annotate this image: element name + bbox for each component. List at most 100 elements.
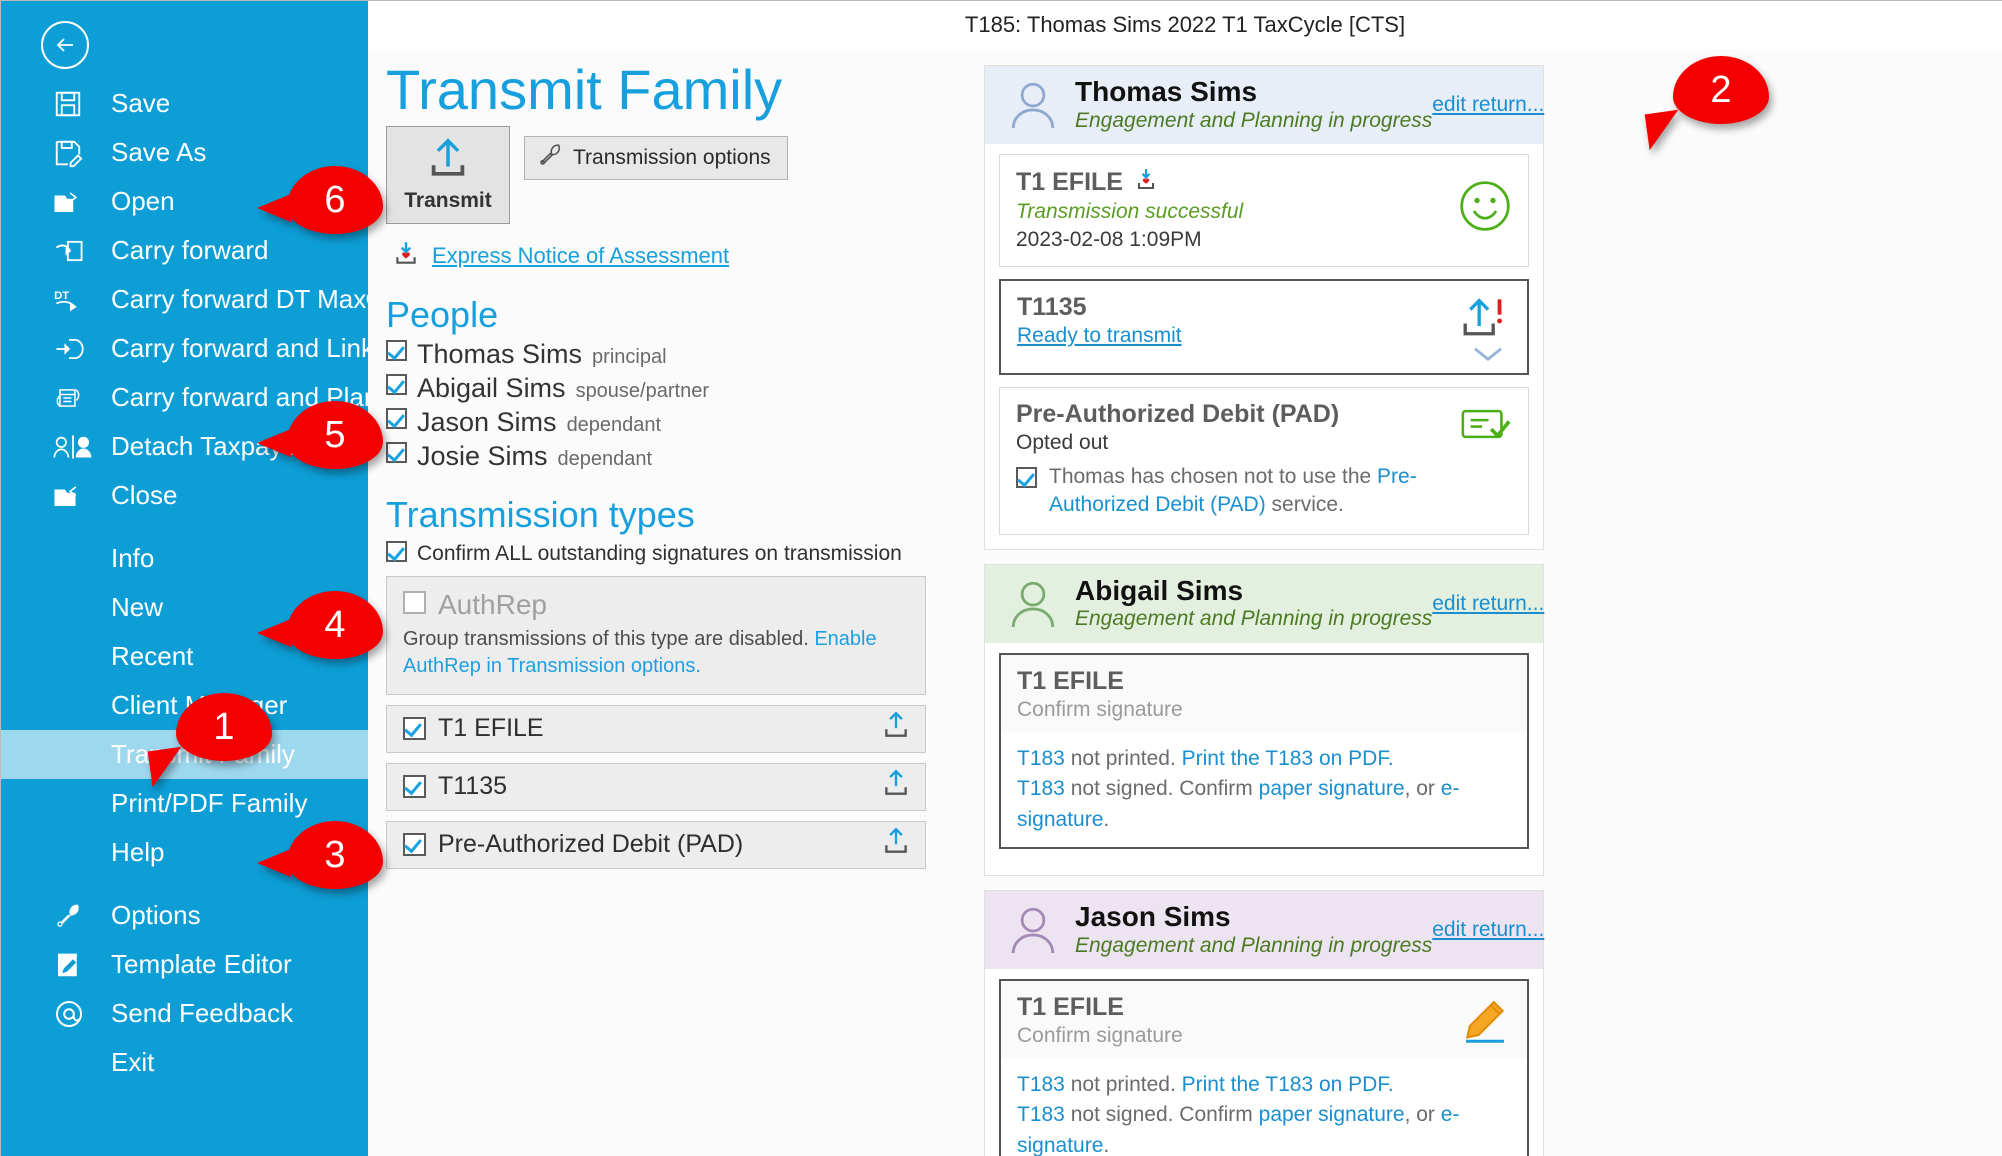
family-cards-pane: Thomas Sims Engagement and Planning in p… [968, 49, 2002, 1156]
wrench-icon [537, 142, 563, 174]
wrench-icon [53, 900, 93, 932]
transmit-button[interactable]: Transmit [386, 125, 510, 224]
edit-return-link[interactable]: edit return... [1432, 918, 1544, 942]
person-card-header: Jason Sims Engagement and Planning in pr… [985, 891, 1544, 969]
sidebar-item-close[interactable]: Close [1, 471, 368, 520]
sidebar-item-carry-forward-dtmax[interactable]: DT Carry forward DT Max® [1, 275, 385, 324]
print-t183-link[interactable]: Print the T183 on PDF. [1182, 747, 1394, 770]
upload-icon[interactable] [881, 711, 911, 746]
t183-print-line: T183 not printed. Print the T183 on PDF. [1017, 1070, 1511, 1100]
transmission-type-row-t1-efile[interactable]: T1 EFILE [386, 704, 926, 753]
person-card-body: T1 EFILE Confirm signature T183 not prin… [985, 643, 1543, 875]
sidebar-item-carry-forward-and-link[interactable]: Carry forward and Link [1, 324, 374, 373]
pad-optout-row[interactable]: Thomas has chosen not to use the Pre-Aut… [1016, 463, 1512, 520]
tile-pad[interactable]: Pre-Authorized Debit (PAD) Opted out Tho… [999, 387, 1529, 535]
t183-link[interactable]: T183 [1017, 1073, 1065, 1096]
person-card-name: Abigail Sims [1075, 574, 1244, 606]
sidebar-item-label: Carry forward and Link [111, 333, 374, 363]
save-as-icon [53, 137, 93, 169]
sidebar-item-label: Carry forward [111, 235, 269, 265]
person-card-jason-sims: Jason Sims Engagement and Planning in pr… [984, 890, 1544, 1156]
person-card-name: Thomas Sims [1075, 76, 1258, 107]
transmission-type-row-pad[interactable]: Pre-Authorized Debit (PAD) [386, 820, 926, 869]
pad-optout-text: Thomas has chosen not to use the Pre-Aut… [1049, 463, 1512, 520]
callout-2: 2 [1644, 56, 1769, 151]
person-checkbox[interactable] [386, 339, 407, 361]
person-row[interactable]: Jason Sims dependant [386, 407, 948, 438]
type-checkbox[interactable] [403, 717, 426, 741]
sidebar-item-exit[interactable]: Exit [1, 1038, 368, 1087]
tile-status-link[interactable]: Ready to transmit [1017, 324, 1511, 348]
person-checkbox[interactable] [386, 407, 407, 429]
edit-return-link[interactable]: edit return... [1432, 93, 1544, 117]
tile-t1-efile-signature[interactable]: T1 EFILE Confirm signature T183 not prin… [999, 652, 1529, 849]
sidebar-item-options[interactable]: Options [1, 891, 368, 940]
callout-4: 4 [257, 591, 383, 659]
app-window: Save Save As Open Carry forward DT Carry… [0, 0, 2002, 1156]
person-name: Abigail Sims [417, 372, 566, 403]
t183-sign-text: not signed. Confirm [1064, 1103, 1259, 1127]
person-card-status: Engagement and Planning in progress [1075, 108, 1433, 132]
sidebar-item-template-editor[interactable]: Template Editor [1, 940, 368, 989]
edit-return-link[interactable]: edit return... [1432, 592, 1544, 616]
person-row[interactable]: Thomas Sims principal [386, 339, 948, 370]
sidebar-item-label: Template Editor [111, 949, 292, 979]
t183-link[interactable]: T183 [1017, 747, 1065, 770]
authrep-title-row[interactable]: AuthRep [403, 589, 909, 621]
type-label: T1135 [438, 772, 508, 801]
transmission-options-button[interactable]: Transmission options [524, 135, 788, 180]
print-t183-link[interactable]: Print the T183 on PDF. [1182, 1073, 1394, 1096]
upload-icon[interactable] [881, 769, 911, 804]
person-row[interactable]: Josie Sims dependant [386, 441, 948, 472]
type-checkbox[interactable] [403, 775, 426, 799]
t183-link[interactable]: T183 [1017, 1103, 1065, 1126]
sidebar-item-label: Exit [111, 1047, 155, 1077]
person-card-header: Abigail Sims Engagement and Planning in … [985, 564, 1544, 643]
pad-subtitle: Opted out [1016, 431, 1109, 454]
express-noa-row[interactable]: Express Notice of Assessment [392, 240, 948, 272]
person-checkbox[interactable] [386, 441, 407, 463]
upload-icon[interactable] [881, 827, 911, 862]
confirm-all-signatures-row[interactable]: Confirm ALL outstanding signatures on tr… [386, 541, 948, 566]
transmission-type-row-t1135[interactable]: T1135 [386, 762, 926, 811]
save-icon [53, 88, 93, 120]
template-editor-icon [53, 949, 93, 981]
signature-body: T183 not printed. Print the T183 on PDF.… [1001, 1058, 1527, 1156]
pad-optout-checkbox[interactable] [1016, 467, 1037, 488]
person-card-status: Engagement and Planning in progress [1075, 607, 1433, 631]
authrep-card: AuthRep Group transmissions of this type… [386, 575, 926, 695]
confirm-all-checkbox[interactable] [386, 541, 407, 563]
t183-link[interactable]: T183 [1017, 777, 1065, 800]
sidebar-item-save[interactable]: Save [1, 79, 368, 128]
at-sign-icon [53, 998, 93, 1030]
paper-signature-link[interactable]: paper signature [1259, 1103, 1405, 1126]
person-name: Thomas Sims [417, 338, 583, 369]
paper-signature-link[interactable]: paper signature [1259, 777, 1405, 800]
tile-t1-efile-signature[interactable]: T1 EFILE Confirm signature T183 not prin… [999, 979, 1529, 1156]
person-row[interactable]: Abigail Sims spouse/partner [386, 373, 948, 404]
signature-header: T1 EFILE Confirm signature [1001, 981, 1527, 1058]
authrep-checkbox[interactable] [403, 591, 426, 615]
tile-t1135[interactable]: T1135 Ready to transmit [999, 279, 1529, 375]
person-card-abigail-sims: Abigail Sims Engagement and Planning in … [984, 563, 1544, 876]
type-checkbox[interactable] [403, 833, 426, 857]
signature-body: T183 not printed. Print the T183 on PDF.… [1001, 732, 1527, 847]
confirm-all-label: Confirm ALL outstanding signatures on tr… [417, 541, 902, 565]
pencil-icon[interactable] [1459, 997, 1511, 1050]
chevron-down-icon[interactable] [1471, 344, 1505, 369]
carry-forward-link-icon [53, 333, 93, 365]
express-noa-link[interactable]: Express Notice of Assessment [432, 243, 729, 269]
tile-t1-efile[interactable]: T1 EFILE Transmission successful 2023-02… [999, 154, 1529, 267]
back-button[interactable] [41, 21, 89, 69]
page-title: Transmit Family [386, 58, 783, 121]
person-checkbox[interactable] [386, 373, 407, 395]
sidebar-item-info[interactable]: Info [1, 534, 368, 583]
person-card-name: Jason Sims [1075, 901, 1231, 932]
person-card-header: Thomas Sims Engagement and Planning in p… [985, 66, 1544, 144]
window-title-bar: T185: Thomas Sims 2022 T1 TaxCycle [CTS] [368, 1, 2002, 49]
sidebar-item-label: New [111, 592, 164, 622]
sidebar-item-send-feedback[interactable]: Send Feedback [1, 989, 368, 1038]
upload-icon [425, 136, 471, 185]
transmit-settings-pane: Transmit Family Transmit Transmission op… [368, 49, 968, 1156]
type-label: Pre-Authorized Debit (PAD) [438, 830, 744, 859]
